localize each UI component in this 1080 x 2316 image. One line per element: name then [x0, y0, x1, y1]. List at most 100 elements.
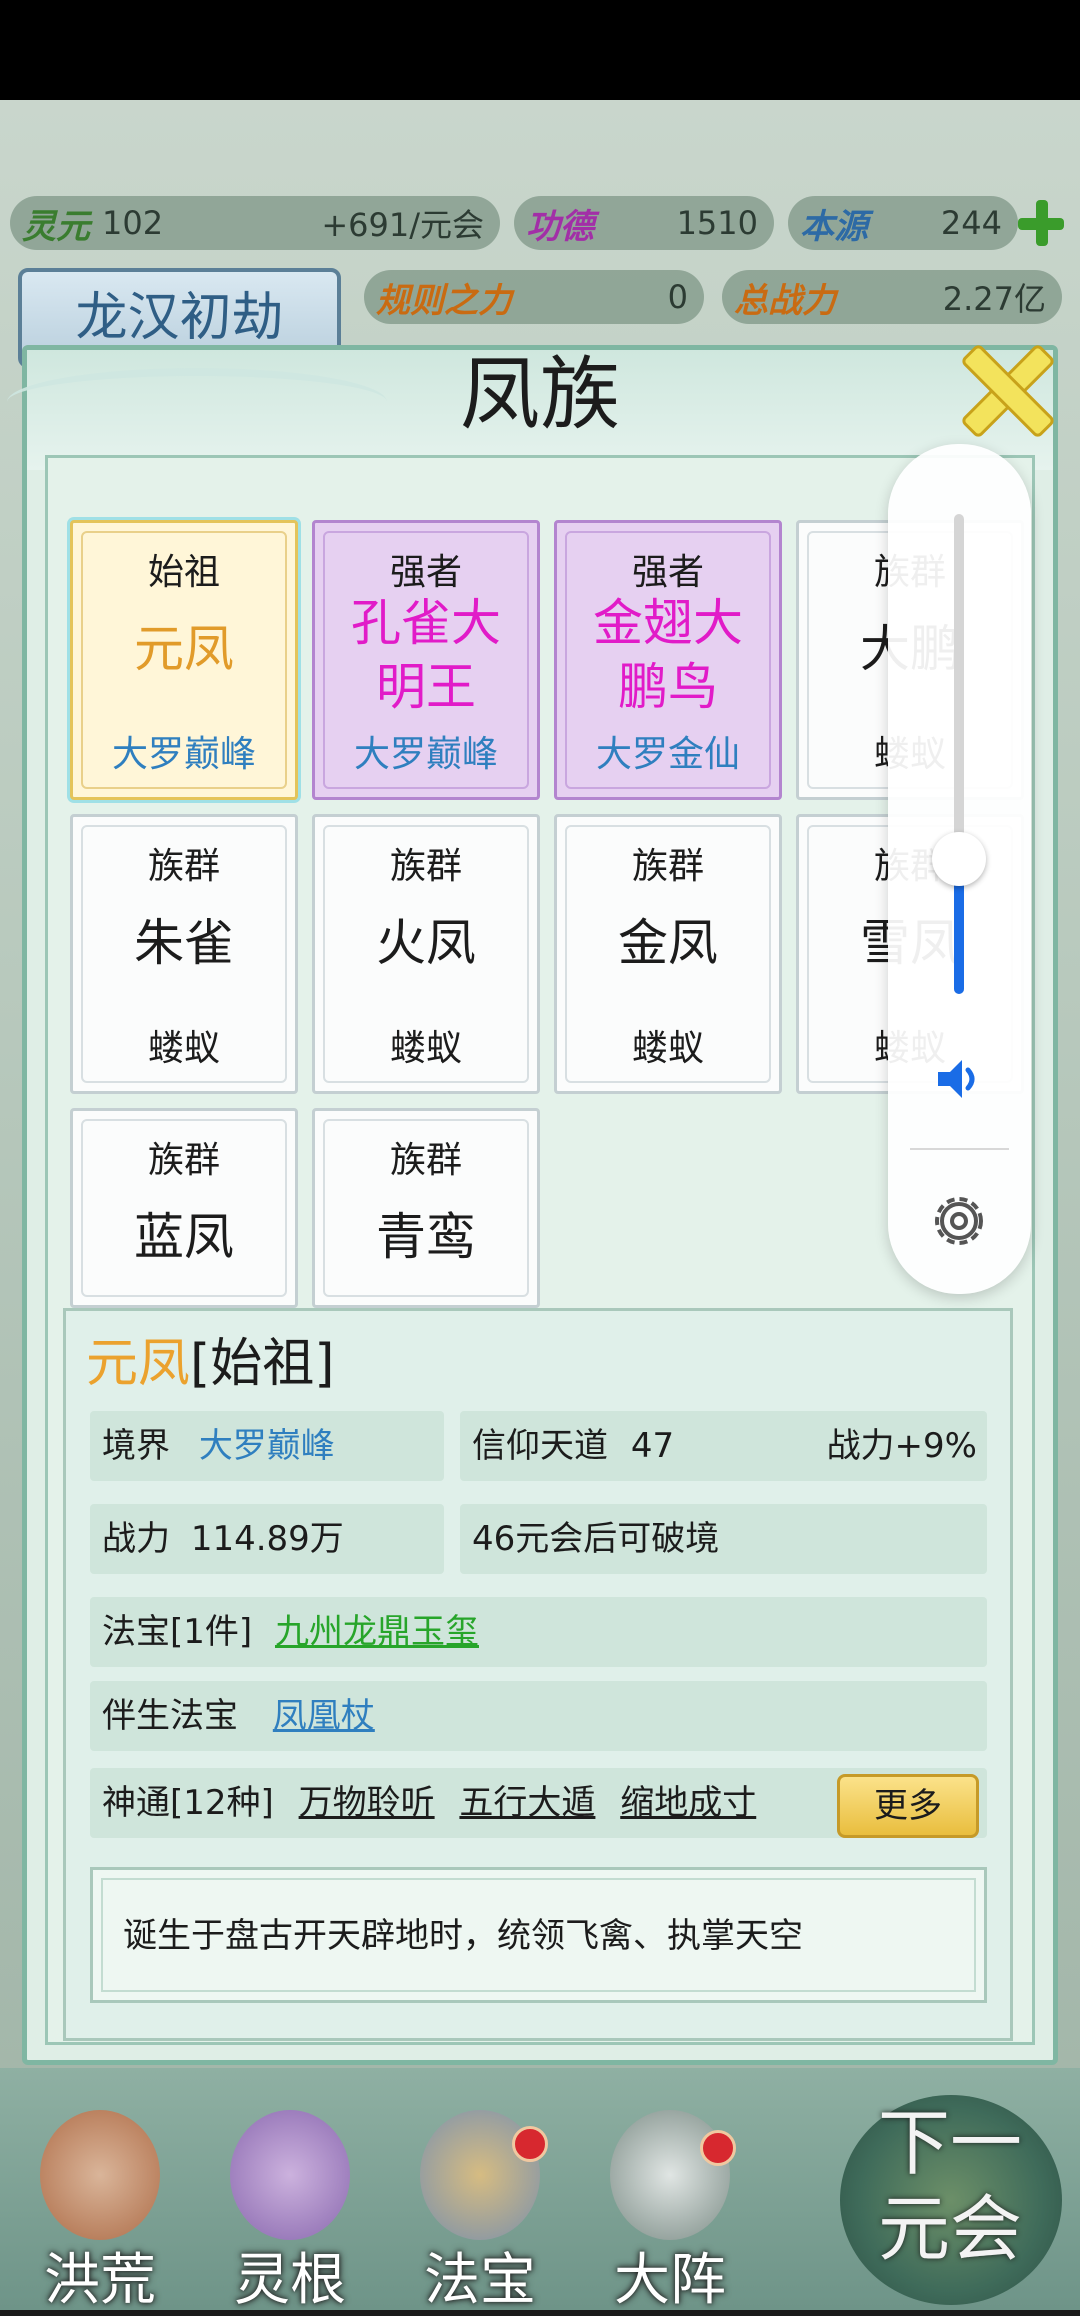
detail-rank-tag: [始祖] [190, 1334, 335, 1394]
card-realm: 蝼蚁 [389, 1028, 462, 1069]
skills-row: 神通[12种] 万物聆听 五行大遁 缩地成寸 更多 [90, 1768, 987, 1838]
modal-title: 凤族 [460, 348, 620, 441]
card-name: 蓝凤 [134, 1208, 234, 1266]
resource-total-power: 总战力 2.27亿 [722, 270, 1062, 324]
skill-link[interactable]: 万物聆听 [299, 1783, 435, 1823]
nav-fabao[interactable]: 法宝 [400, 2090, 560, 2313]
member-card[interactable]: 强者 孔雀大明王 大罗巅峰 [312, 520, 540, 800]
card-rank: 强者 [631, 552, 704, 593]
companion-label: 伴生法宝 [102, 1696, 238, 1736]
skill-link[interactable]: 五行大遁 [459, 1783, 595, 1823]
nav-label: 大阵 [614, 2248, 726, 2313]
close-button[interactable] [957, 340, 1053, 436]
guize-label: 规则之力 [376, 280, 512, 321]
more-skills-button[interactable]: 更多 [837, 1774, 979, 1838]
lingyuan-label: 灵元 [22, 206, 90, 247]
card-rank: 族群 [631, 846, 704, 887]
card-realm: 蝼蚁 [147, 1028, 220, 1069]
card-name: 金翅大鹏鸟 [593, 594, 743, 716]
faith-bonus: 战力+9% [826, 1426, 977, 1466]
total-power-value: 2.27亿 [942, 280, 1046, 318]
faith-row: 信仰天道 47 战力+9% [460, 1411, 987, 1481]
volume-slider-handle[interactable] [932, 832, 986, 886]
nav-label: 法宝 [424, 2248, 536, 2313]
card-name: 元凤 [134, 620, 234, 678]
member-card[interactable]: 族群 金凤 蝼蚁 [554, 814, 782, 1094]
treasure-label: 法宝[1件] [102, 1612, 253, 1652]
card-realm: 蝼蚁 [631, 1028, 704, 1069]
faith-label: 信仰天道 [472, 1426, 608, 1466]
description-text: 诞生于盘古开天辟地时，统领飞禽、执掌天空 [123, 1916, 803, 1956]
mountain-icon [40, 2110, 160, 2240]
notification-badge [512, 2126, 548, 2162]
speaker-icon[interactable] [932, 1052, 986, 1106]
breakthrough-text: 46元会后可破境 [472, 1519, 720, 1559]
treasure-row: 法宝[1件] 九州龙鼎玉玺 [90, 1597, 987, 1667]
resource-lingyuan: 灵元 102 +691/元会 [10, 196, 500, 250]
resource-guize: 规则之力 0 [364, 270, 704, 324]
modal-header: 凤族 [7, 348, 1053, 470]
resource-benyuan: 本源 244 [788, 196, 1018, 250]
benyuan-value: 244 [940, 204, 1002, 242]
card-realm: 大罗巅峰 [111, 734, 256, 775]
member-card[interactable]: 始祖 元凤 大罗巅峰 [70, 520, 298, 800]
nav-label: 洪荒 [44, 2248, 156, 2313]
member-card[interactable]: 族群 青鸾 [312, 1108, 540, 1308]
member-card[interactable]: 族群 火凤 蝼蚁 [312, 814, 540, 1094]
gongde-label: 功德 [526, 206, 594, 247]
treasure-link[interactable]: 九州龙鼎玉玺 [275, 1612, 479, 1652]
breakthrough-row: 46元会后可破境 [460, 1504, 987, 1574]
lingyuan-rate: +691/元会 [321, 206, 484, 244]
detail-name: 元凤 [86, 1334, 191, 1394]
companion-row: 伴生法宝 凤凰杖 [90, 1681, 987, 1751]
card-name: 金凤 [618, 914, 718, 972]
card-name: 火凤 [376, 914, 476, 972]
member-card[interactable]: 强者 金翅大鹏鸟 大罗金仙 [554, 520, 782, 800]
card-rank: 族群 [147, 1140, 220, 1181]
settings-gear-icon[interactable] [926, 1188, 992, 1254]
detail-title: 元凤[始祖] [86, 1321, 335, 1396]
realm-value: 大罗巅峰 [198, 1426, 335, 1466]
next-era-line: 下一 [877, 2101, 1022, 2185]
card-realm: 大罗巅峰 [353, 734, 498, 775]
next-era-line: 元会 [877, 2187, 1022, 2271]
notification-badge [700, 2130, 736, 2166]
description-box: 诞生于盘古开天辟地时，统领飞禽、执掌天空 [90, 1867, 987, 2003]
lotus-icon [230, 2110, 350, 2240]
resource-gongde: 功德 1510 [514, 196, 774, 250]
companion-link[interactable]: 凤凰杖 [273, 1696, 375, 1736]
volume-panel [888, 444, 1031, 1294]
status-bar [0, 0, 1080, 100]
faith-value: 47 [630, 1426, 675, 1466]
nav-linggen[interactable]: 灵根 [210, 2090, 370, 2313]
card-rank: 族群 [147, 846, 220, 887]
total-power-label: 总战力 [734, 280, 836, 321]
card-rank: 强者 [389, 552, 462, 593]
skills-label: 神通[12种] [102, 1783, 274, 1823]
realm-label: 境界 [102, 1426, 170, 1466]
member-card[interactable]: 族群 蓝凤 [70, 1108, 298, 1308]
card-rank: 族群 [389, 1140, 462, 1181]
benyuan-label: 本源 [800, 206, 868, 247]
nav-label: 灵根 [234, 2248, 346, 2313]
nav-dazhen[interactable]: 大阵 [590, 2090, 750, 2313]
member-detail-panel: 元凤[始祖] 境界 大罗巅峰 信仰天道 47 战力+9% 战力 114.89万 … [63, 1308, 1013, 2041]
nav-honghuang[interactable]: 洪荒 [20, 2090, 180, 2313]
lingyuan-value: 102 [102, 204, 164, 242]
card-name: 孔雀大明王 [351, 594, 501, 716]
gongde-value: 1510 [676, 204, 758, 242]
yin-yang-icon [610, 2110, 730, 2240]
card-name: 朱雀 [134, 914, 234, 972]
power-value: 114.89万 [190, 1519, 344, 1559]
divider [910, 1148, 1009, 1150]
power-row: 战力 114.89万 [90, 1504, 444, 1574]
card-rank: 族群 [389, 846, 462, 887]
add-benyuan-icon[interactable] [1014, 196, 1068, 250]
card-realm: 大罗金仙 [595, 734, 740, 775]
next-era-label: 下一 元会 [850, 2100, 1050, 2272]
member-card[interactable]: 族群 朱雀 蝼蚁 [70, 814, 298, 1094]
card-name: 青鸾 [376, 1208, 476, 1266]
card-rank: 始祖 [147, 552, 220, 593]
skill-link[interactable]: 缩地成寸 [620, 1783, 756, 1823]
guize-value: 0 [667, 278, 688, 316]
